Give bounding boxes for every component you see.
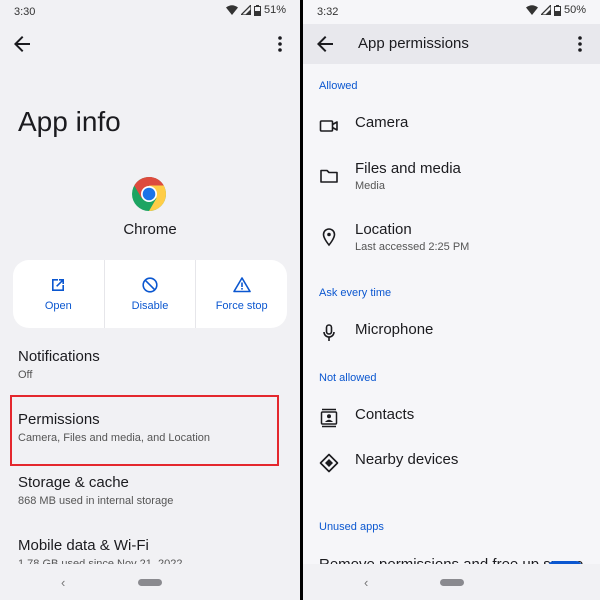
app-permissions-screen: 3:32 50% App permissions Allowed Camera … <box>303 0 600 600</box>
page-title: App info <box>18 106 121 137</box>
setting-title: Notifications <box>18 348 100 365</box>
force-stop-button[interactable]: Force stop <box>195 260 287 328</box>
permission-title: Microphone <box>355 321 434 338</box>
permission-title: Nearby devices <box>355 451 459 468</box>
navigation-bar: ‹ <box>0 564 300 600</box>
wifi-icon <box>525 5 538 15</box>
permission-subtitle: Media <box>355 180 385 192</box>
permissions-highlight-box <box>10 395 279 466</box>
section-header-unused-apps: Unused apps <box>319 521 384 533</box>
status-bar: 3:30 51% <box>0 0 300 24</box>
battery-icon <box>253 4 261 16</box>
home-handle[interactable] <box>439 579 464 586</box>
open-button[interactable]: Open <box>13 260 104 328</box>
section-header-allowed: Allowed <box>319 80 358 92</box>
signal-icon <box>240 5 251 15</box>
action-buttons: Open Disable Force stop <box>13 260 287 328</box>
warning-icon <box>232 276 251 294</box>
battery-icon <box>553 4 561 16</box>
setting-subtitle: Off <box>18 369 33 381</box>
status-bar: 3:32 50% <box>303 0 600 24</box>
open-label: Open <box>44 300 72 312</box>
location-pin-icon <box>319 227 339 247</box>
camera-icon <box>319 116 339 136</box>
open-in-new-icon <box>49 276 67 294</box>
notifications-setting[interactable]: Notifications Off <box>18 348 100 381</box>
page-title: App permissions <box>358 35 469 52</box>
app-bar <box>0 24 300 64</box>
folder-icon <box>319 166 339 186</box>
status-time: 3:32 <box>317 6 339 18</box>
back-arrow-icon[interactable] <box>10 32 34 56</box>
home-handle[interactable] <box>138 579 162 586</box>
more-options-icon[interactable] <box>268 32 292 56</box>
storage-cache-setting[interactable]: Storage & cache 868 MB used in internal … <box>18 474 173 507</box>
nav-back-icon[interactable]: ‹ <box>61 575 65 590</box>
app-bar: App permissions <box>303 24 600 64</box>
permission-title: Location <box>355 221 412 238</box>
section-header-not-allowed: Not allowed <box>319 372 377 384</box>
battery-level: 51% <box>263 4 286 16</box>
contacts-icon <box>319 408 339 428</box>
navigation-bar: ‹ <box>303 564 600 600</box>
permission-subtitle: Last accessed 2:25 PM <box>355 241 470 253</box>
block-icon <box>141 276 159 294</box>
force-stop-label: Force stop <box>215 300 268 312</box>
permission-title: Camera <box>355 114 409 131</box>
setting-title: Mobile data & Wi-Fi <box>18 537 149 554</box>
disable-button[interactable]: Disable <box>103 260 196 328</box>
section-header-ask-every-time: Ask every time <box>319 287 392 299</box>
setting-subtitle: 868 MB used in internal storage <box>18 495 174 507</box>
app-info-screen: 3:30 51% App info Chrome Open Disable Fo… <box>0 0 300 600</box>
battery-level: 50% <box>563 4 586 16</box>
permission-title: Contacts <box>355 406 415 423</box>
wifi-icon <box>225 5 238 15</box>
app-name: Chrome <box>123 221 177 238</box>
signal-icon <box>540 5 551 15</box>
setting-title: Storage & cache <box>18 474 129 491</box>
nearby-devices-icon <box>319 453 339 473</box>
disable-label: Disable <box>131 300 169 312</box>
permission-title: Files and media <box>355 160 461 177</box>
status-time: 3:30 <box>14 6 36 18</box>
microphone-icon <box>319 323 339 343</box>
nav-back-icon[interactable]: ‹ <box>364 575 368 590</box>
more-options-icon[interactable] <box>568 32 592 56</box>
back-arrow-icon[interactable] <box>313 32 337 56</box>
chrome-logo-icon <box>131 176 167 212</box>
